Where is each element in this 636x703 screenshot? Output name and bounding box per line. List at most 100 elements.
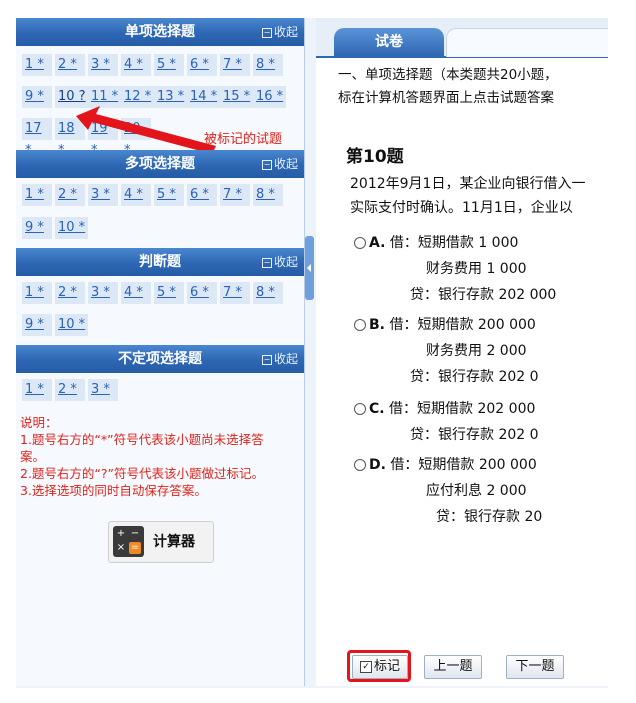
question-link[interactable]: 4 *: [121, 184, 151, 206]
question-link[interactable]: 1 *: [22, 54, 52, 76]
section-title: 不定项选择题: [118, 351, 202, 367]
previous-question-button[interactable]: 上一题: [424, 655, 482, 679]
question-link[interactable]: 3 *: [88, 184, 118, 206]
instructions-note: 说明： 1.题号右方的“*”符号代表该小题尚未选择答 案。 2.题号右方的“?”…: [20, 414, 304, 499]
question-link[interactable]: 2 *: [55, 379, 85, 401]
annotation-label: 被标记的试题: [204, 132, 283, 147]
question-link[interactable]: 6 *: [187, 184, 217, 206]
question-link[interactable]: 8 *: [253, 282, 283, 304]
tab-inactive: [446, 28, 608, 57]
collapse-icon: −: [261, 258, 272, 268]
calculator-icon: + − × =: [113, 526, 144, 557]
question-link[interactable]: 3 *: [88, 282, 118, 304]
calculator-key: ×: [116, 542, 126, 553]
question-link[interactable]: 11 *: [88, 86, 121, 108]
stem-line: 实际支付时确认。11月1日，企业以: [350, 200, 573, 216]
radio-button[interactable]: [354, 403, 366, 415]
collapse-toggle[interactable]: − 收起: [261, 248, 298, 276]
option-d[interactable]: D. 借：短期借款 200 000: [354, 454, 537, 474]
note-line: 案。: [20, 449, 46, 464]
radio-button[interactable]: [354, 237, 366, 249]
option-line: 借：短期借款 202 000: [389, 401, 536, 417]
note-line: 3.选择选项的同时自动保存答案。: [20, 483, 207, 498]
calculator-key: +: [116, 528, 126, 539]
question-link[interactable]: 5 *: [154, 282, 184, 304]
tab-exam[interactable]: 试卷: [334, 28, 444, 56]
option-a[interactable]: A. 借：短期借款 1 000: [354, 232, 518, 252]
question-link-marked[interactable]: 10 ?: [55, 86, 88, 108]
calculator-key: −: [130, 528, 140, 539]
question-link[interactable]: 1 *: [22, 282, 52, 304]
section-title: 单项选择题: [125, 24, 195, 40]
collapse-toggle[interactable]: − 收起: [261, 18, 298, 46]
question-link[interactable]: 14 *: [187, 86, 220, 108]
note-line: 说明：: [20, 415, 58, 430]
question-navigator: 单项选择题 − 收起 1 * 2 * 3 * 4 * 5 * 6 * 7 * 8 …: [16, 18, 305, 686]
section-header-indefinite-choice: 不定项选择题 − 收起: [16, 345, 304, 373]
calculator-button[interactable]: + − × = 计算器: [108, 521, 214, 563]
option-letter: C.: [369, 401, 385, 417]
question-link[interactable]: 3 *: [88, 54, 118, 76]
question-link[interactable]: 10 *: [55, 217, 88, 239]
collapse-icon: −: [261, 355, 272, 365]
question-link[interactable]: 4 *: [121, 282, 151, 304]
question-link[interactable]: 16 *: [253, 86, 286, 108]
question-link[interactable]: 10 *: [55, 314, 88, 336]
option-b[interactable]: B. 借：短期借款 200 000: [354, 314, 536, 334]
question-link[interactable]: 7 *: [220, 282, 250, 304]
question-link[interactable]: 9 *: [22, 86, 52, 108]
question-link[interactable]: 9 *: [22, 314, 52, 336]
question-link[interactable]: 15 *: [220, 86, 253, 108]
option-line: 贷：银行存款 20: [436, 509, 543, 525]
question-stem: 2012年9月1日，某企业向银行借入一 实际支付时确认。11月1日，企业以: [350, 172, 585, 220]
question-link[interactable]: 8 *: [253, 54, 283, 76]
section-header-multi-choice: 多项选择题 − 收起: [16, 150, 304, 178]
question-link[interactable]: 13 *: [154, 86, 187, 108]
calculator-label: 计算器: [153, 534, 195, 550]
option-line: 财务费用 1 000: [426, 261, 527, 277]
option-line: 贷：银行存款 202 000: [410, 287, 557, 303]
collapse-icon: −: [261, 28, 272, 38]
question-link[interactable]: 12 *: [121, 86, 154, 108]
question-link[interactable]: 2 *: [55, 54, 85, 76]
question-link[interactable]: 4 *: [121, 54, 151, 76]
option-line: 财务费用 2 000: [426, 343, 527, 359]
intro-line: 标在计算机答题界面上点击试题答案: [338, 90, 554, 106]
option-c[interactable]: C. 借：短期借款 202 000: [354, 398, 535, 418]
question-link[interactable]: 7 *: [220, 184, 250, 206]
collapse-icon: −: [261, 160, 272, 170]
option-letter: D.: [369, 457, 386, 473]
next-question-button[interactable]: 下一题: [506, 655, 564, 679]
question-link[interactable]: 2 *: [55, 282, 85, 304]
collapse-toggle[interactable]: − 收起: [261, 150, 298, 178]
stem-line: 2012年9月1日，某企业向银行借入一: [350, 176, 586, 192]
collapse-toggle[interactable]: − 收起: [261, 345, 298, 373]
section-title: 判断题: [139, 254, 181, 270]
tab-bar: 试卷: [316, 18, 608, 58]
mark-checkbox-button[interactable]: ✓ 标记: [352, 655, 408, 679]
question-link[interactable]: 6 *: [187, 282, 217, 304]
section-intro: 一、单项选择题（本类题共20小题， 标在计算机答题界面上点击试题答案: [338, 64, 608, 110]
checkbox-checked-icon[interactable]: ✓: [359, 660, 372, 673]
option-line: 借：短期借款 200 000: [389, 317, 536, 333]
question-link[interactable]: 6 *: [187, 54, 217, 76]
question-link[interactable]: 1 *: [22, 379, 52, 401]
section-header-true-false: 判断题 − 收起: [16, 248, 304, 276]
question-link[interactable]: 7 *: [220, 54, 250, 76]
question-link[interactable]: 9 *: [22, 217, 52, 239]
calculator-key: =: [129, 542, 141, 554]
exam-panel: 试卷 一、单项选择题（本类题共20小题， 标在计算机答题界面上点击试题答案 第1…: [316, 18, 608, 686]
question-link[interactable]: 3 *: [88, 379, 118, 401]
intro-line: 一、单项选择题（本类题共20小题，: [338, 67, 558, 83]
question-link[interactable]: 8 *: [253, 184, 283, 206]
panel-collapse-handle[interactable]: [305, 236, 314, 300]
option-line: 借：短期借款 200 000: [390, 457, 537, 473]
question-link[interactable]: 5 *: [154, 184, 184, 206]
question-link[interactable]: 1 *: [22, 184, 52, 206]
question-link[interactable]: 17 *: [22, 118, 52, 158]
question-link[interactable]: 5 *: [154, 54, 184, 76]
radio-button[interactable]: [354, 319, 366, 331]
question-link[interactable]: 2 *: [55, 184, 85, 206]
option-letter: A.: [369, 235, 386, 251]
radio-button[interactable]: [354, 459, 366, 471]
